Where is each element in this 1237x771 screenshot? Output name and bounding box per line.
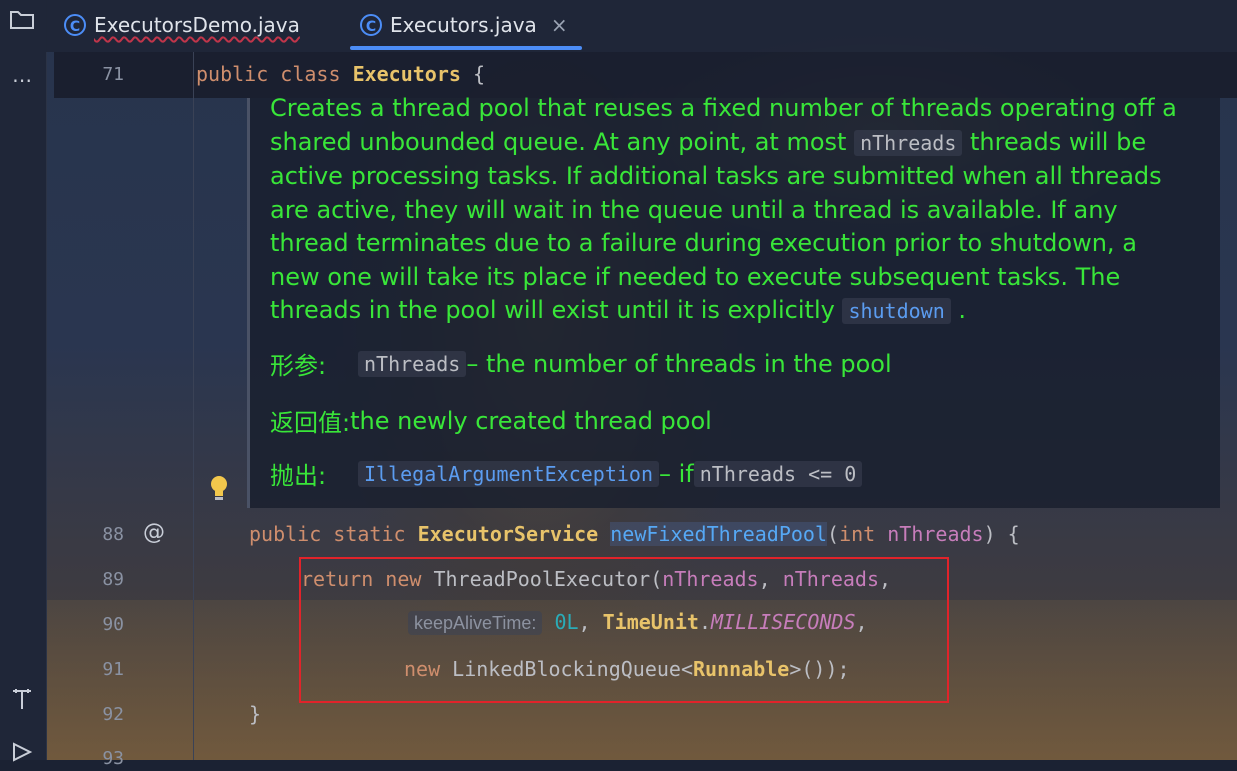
brace: } [249, 702, 262, 726]
params-text: – the number of threads in the pool [466, 349, 892, 378]
rendered-javadoc[interactable]: Creates a thread pool that reuses a fixe… [247, 94, 1220, 508]
tab-label: ExecutorsDemo.java [94, 13, 300, 37]
javadoc-throws: 抛出: IllegalArgumentException – if nThrea… [270, 456, 863, 491]
type-name: ExecutorService [417, 522, 599, 546]
lightbulb-icon[interactable] [208, 474, 230, 504]
line-number: 71 [102, 64, 124, 85]
close-icon[interactable]: × [551, 13, 568, 37]
line-number: 92 [102, 704, 124, 725]
exception-link[interactable]: IllegalArgumentException [358, 460, 659, 487]
code-line-71[interactable]: public class Executors { [196, 62, 485, 86]
code-chip: nThreads [854, 129, 963, 156]
highlight-box [299, 557, 949, 703]
class-run-icon: C [64, 14, 86, 36]
tool-window-strip: ⋯ [0, 0, 47, 762]
tab-executorsdemo[interactable]: C ExecutorsDemo.java [64, 8, 300, 42]
brace: { [472, 62, 486, 86]
tab-label: Executors.java [390, 13, 537, 37]
project-folder-icon[interactable] [8, 8, 36, 36]
class-icon: C [360, 14, 382, 36]
returns-tag: 返回值: [270, 409, 351, 437]
returns-text: the newly created thread pool [350, 406, 712, 435]
paren: ( [827, 522, 840, 546]
keyword: public [249, 522, 322, 546]
javadoc-description: Creates a thread pool that reuses a fixe… [270, 92, 1190, 329]
javadoc-returns: 返回值: the newly created thread pool [270, 403, 712, 438]
doc-text: threads will be active processing tasks.… [270, 127, 1162, 325]
line-number: 91 [102, 659, 124, 680]
line-number: 89 [102, 569, 124, 590]
line-number: 90 [102, 614, 124, 635]
condition-chip: nThreads <= 0 [693, 460, 863, 487]
keyword: public [196, 62, 269, 86]
keyword: int [839, 522, 876, 546]
implements-at-icon[interactable]: @ [143, 520, 169, 546]
tab-executors[interactable]: C Executors.java × [360, 8, 568, 42]
keyword: class [280, 62, 341, 86]
line-number: 88 [102, 524, 124, 545]
keyword: static [333, 522, 406, 546]
param-chip: nThreads [358, 350, 467, 377]
code-line-92[interactable]: } [249, 702, 261, 726]
throws-tag: 抛出: [270, 462, 327, 490]
line-number: 93 [102, 748, 124, 769]
text-tool-icon[interactable] [8, 686, 36, 714]
throws-text: – if [658, 459, 694, 488]
javadoc-params: 形参: nThreads – the number of threads in … [270, 346, 892, 381]
gutter-separator [193, 52, 194, 760]
paren: ) { [983, 522, 1020, 546]
editor-tab-bar: C ExecutorsDemo.java C Executors.java × [46, 0, 1237, 52]
more-icon[interactable]: ⋯ [8, 66, 36, 94]
method-name: newFixedThreadPool [610, 522, 828, 546]
params-tag: 形参: [270, 352, 327, 380]
doc-text: . [950, 296, 967, 324]
active-tab-indicator [350, 46, 582, 50]
run-icon[interactable] [8, 740, 36, 768]
parameter: nThreads [887, 522, 984, 546]
code-line-88[interactable]: public static ExecutorService newFixedTh… [249, 522, 1020, 546]
shutdown-link[interactable]: shutdown [842, 298, 951, 324]
class-name: Executors [352, 62, 461, 86]
